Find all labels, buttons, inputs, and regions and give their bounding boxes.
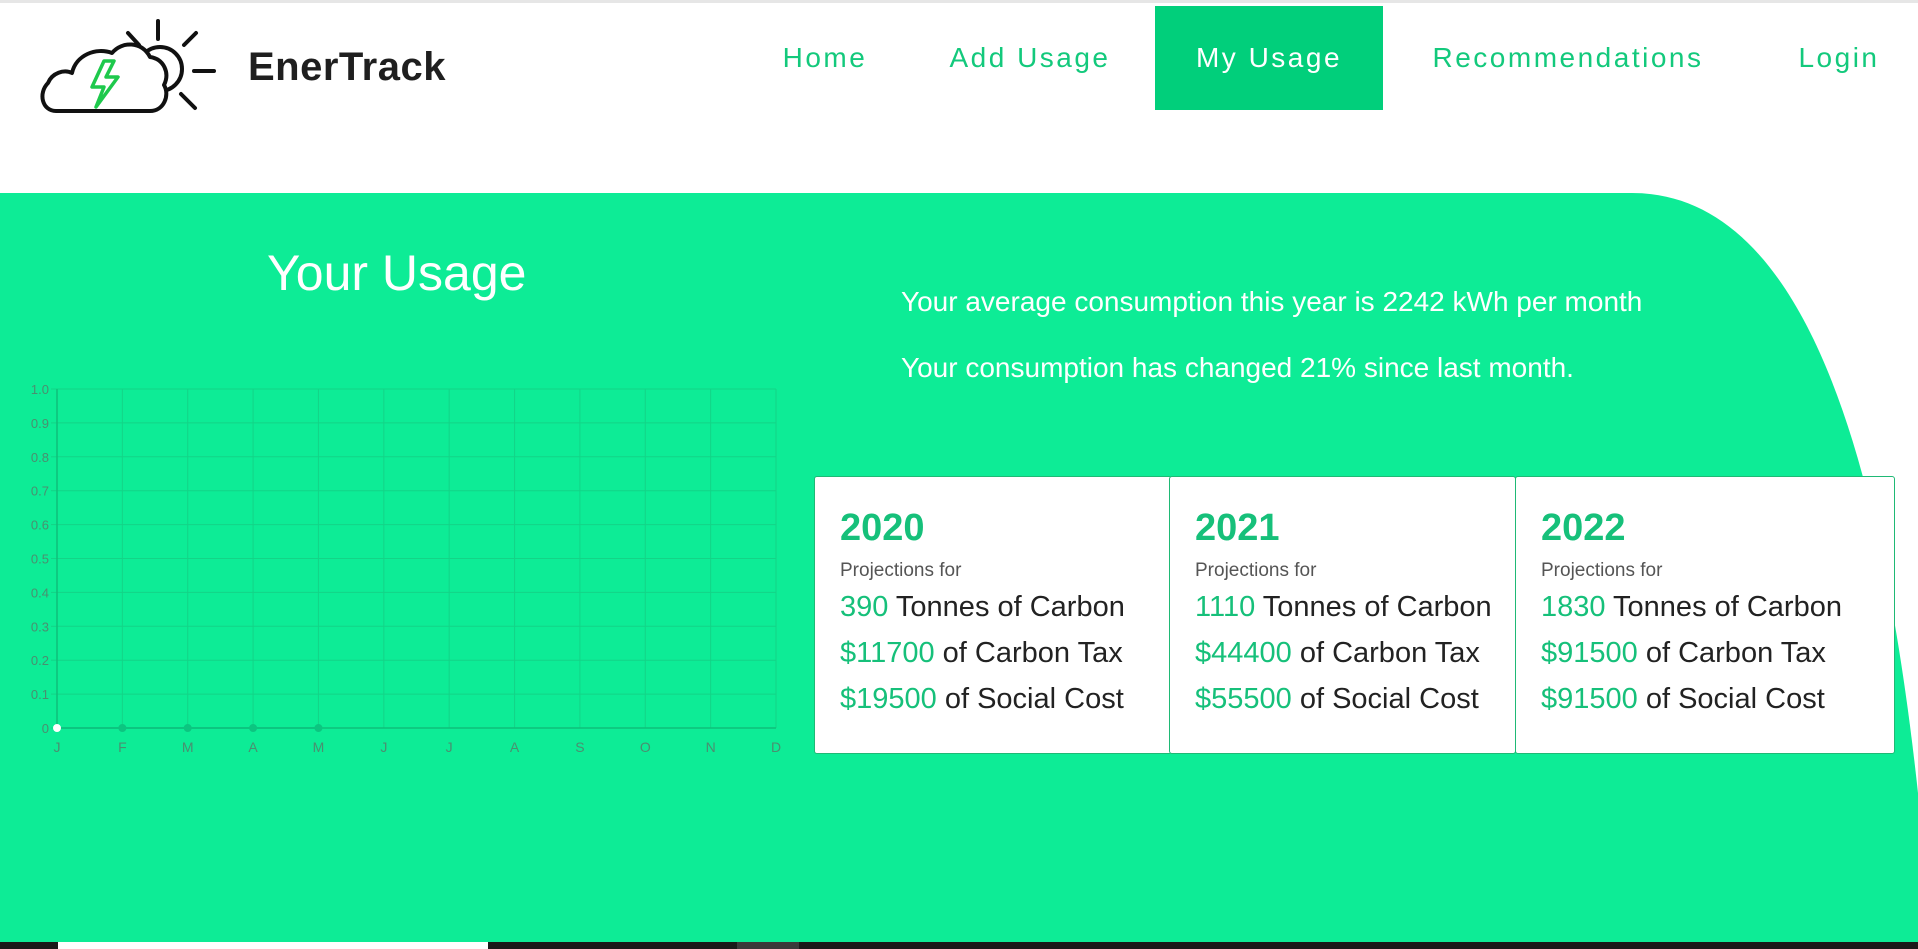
page-title: Your Usage bbox=[267, 245, 527, 301]
chart-ytick-label: 0.1 bbox=[31, 687, 49, 702]
usage-chart: 1.0 0.9 0.8 0.7 0.6 0.5 0.4 0.3 0.2 0.1 0 J F M A M J J A… bbox=[31, 382, 781, 755]
carbon-tax: $91500 of Carbon Tax bbox=[1541, 637, 1826, 670]
chart-ytick-label: 0.5 bbox=[31, 552, 49, 567]
card-subtitle: Projections for bbox=[1541, 560, 1663, 581]
card-subtitle: Projections for bbox=[1195, 560, 1317, 581]
social-value: $19500 bbox=[840, 683, 937, 715]
chart-ytick-label: 0.6 bbox=[31, 518, 49, 533]
chart-ytick-label: 1.0 bbox=[31, 382, 49, 397]
chart-xtick-label: J bbox=[54, 739, 61, 755]
chart-ytick-label: 0.9 bbox=[31, 416, 49, 431]
chart-data-point[interactable] bbox=[183, 724, 192, 732]
chart-xtick-label: N bbox=[706, 739, 716, 755]
chart-data-point[interactable] bbox=[249, 724, 258, 732]
chart-ytick-label: 0.4 bbox=[31, 585, 49, 600]
card-year: 2022 bbox=[1541, 507, 1626, 549]
chart-xtick-label: F bbox=[118, 739, 127, 755]
taskbar-segment bbox=[737, 942, 799, 949]
nav-my-usage[interactable]: My Usage bbox=[1155, 6, 1383, 110]
social-label: of Social Cost bbox=[936, 683, 1124, 715]
carbon-value: 1110 bbox=[1195, 591, 1256, 623]
chart-ytick-label: 0.7 bbox=[31, 484, 49, 499]
chart-xtick-label: M bbox=[182, 739, 194, 755]
projection-card-2022: 2022 Projections for 1830 Tonnes of Carb… bbox=[1515, 476, 1895, 754]
chart-xtick-label: J bbox=[446, 739, 453, 755]
chart-ytick-label: 0.3 bbox=[31, 619, 49, 634]
cloud-sun-lightning-icon[interactable] bbox=[38, 11, 218, 121]
tax-value: $91500 bbox=[1541, 637, 1638, 669]
tax-label: of Carbon Tax bbox=[1637, 637, 1826, 669]
card-subtitle: Projections for bbox=[840, 560, 962, 581]
chart-data-point[interactable] bbox=[118, 724, 127, 732]
card-year: 2020 bbox=[840, 507, 925, 549]
tax-label: of Carbon Tax bbox=[1291, 637, 1480, 669]
nav-recommendations[interactable]: Recommendations bbox=[1412, 6, 1724, 110]
tax-value: $44400 bbox=[1195, 637, 1292, 669]
carbon-value: 1830 bbox=[1541, 591, 1606, 623]
average-consumption-text: Your average consumption this year is 22… bbox=[901, 286, 1643, 317]
chart-ytick-label: 0.8 bbox=[31, 450, 49, 465]
social-label: of Social Cost bbox=[1291, 683, 1479, 715]
taskbar bbox=[0, 942, 1918, 949]
chart-data-point[interactable] bbox=[314, 724, 323, 732]
chart-data-point[interactable] bbox=[53, 724, 61, 732]
chart-xtick-label: A bbox=[510, 739, 520, 755]
brand-name[interactable]: EnerTrack bbox=[248, 45, 446, 90]
carbon-value: 390 bbox=[840, 591, 889, 623]
carbon-tax: $44400 of Carbon Tax bbox=[1195, 637, 1480, 670]
tax-value: $11700 bbox=[840, 637, 935, 669]
social-value: $91500 bbox=[1541, 683, 1638, 715]
chart-xtick-label: M bbox=[313, 739, 325, 755]
projection-card-2021: 2021 Projections for 1110 Tonnes of Carb… bbox=[1169, 476, 1516, 754]
projection-card-2020: 2020 Projections for 390 Tonnes of Carbo… bbox=[814, 476, 1172, 754]
nav-add-usage[interactable]: Add Usage bbox=[930, 6, 1130, 110]
navbar: EnerTrack Home Add Usage My Usage Recomm… bbox=[0, 3, 1918, 193]
nav-home[interactable]: Home bbox=[762, 6, 888, 110]
carbon-label: Tonnes of Carbon bbox=[888, 591, 1125, 623]
taskbar-segment bbox=[58, 942, 488, 949]
chart-ytick-label: 0 bbox=[42, 721, 49, 736]
social-cost: $19500 of Social Cost bbox=[840, 683, 1124, 716]
carbon-label: Tonnes of Carbon bbox=[1255, 591, 1492, 623]
social-label: of Social Cost bbox=[1637, 683, 1825, 715]
tax-label: of Carbon Tax bbox=[934, 637, 1123, 669]
nav-login[interactable]: Login bbox=[1780, 6, 1898, 110]
consumption-change-text: Your consumption has changed 21% since l… bbox=[901, 352, 1574, 383]
carbon-tonnes: 1830 Tonnes of Carbon bbox=[1541, 591, 1842, 624]
carbon-tax: $11700 of Carbon Tax bbox=[840, 637, 1123, 670]
carbon-tonnes: 1110 Tonnes of Carbon bbox=[1195, 591, 1492, 624]
chart-xtick-label: A bbox=[248, 739, 258, 755]
chart-xtick-label: O bbox=[640, 739, 651, 755]
chart-ytick-label: 0.2 bbox=[31, 653, 49, 668]
social-cost: $55500 of Social Cost bbox=[1195, 683, 1479, 716]
chart-xtick-label: J bbox=[380, 739, 387, 755]
social-cost: $91500 of Social Cost bbox=[1541, 683, 1825, 716]
chart-xtick-label: S bbox=[575, 739, 584, 755]
social-value: $55500 bbox=[1195, 683, 1292, 715]
carbon-label: Tonnes of Carbon bbox=[1605, 591, 1842, 623]
chart-xtick-label: D bbox=[771, 739, 781, 755]
card-year: 2021 bbox=[1195, 507, 1280, 549]
carbon-tonnes: 390 Tonnes of Carbon bbox=[840, 591, 1125, 624]
